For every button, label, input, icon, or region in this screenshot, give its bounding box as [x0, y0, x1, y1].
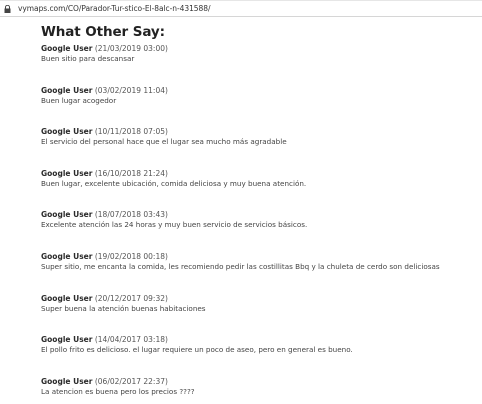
review-text: La atencion es buena pero los precios ??…: [41, 386, 195, 396]
address-bar[interactable]: vymaps.com/CO/Parador-Tur-stico-El-8alc-…: [0, 0, 482, 17]
review-author: Google User: [41, 168, 93, 178]
review-text: Excelente atención las 24 horas y muy bu…: [41, 220, 308, 230]
review-text: El servicio del personal hace que el lug…: [41, 137, 287, 147]
review-item: Google User (03/02/2019 11:04) Buen luga…: [41, 85, 482, 127]
review-header: Google User (10/11/2018 07:05): [41, 126, 482, 137]
lock-icon: [4, 5, 11, 13]
review-item: Google User (14/04/2017 03:18) El pollo …: [41, 334, 482, 376]
review-text: Buen lugar acogedor: [41, 95, 117, 105]
review-date: (18/07/2018 03:43): [94, 210, 168, 220]
review-date: (16/10/2018 21:24): [94, 168, 168, 178]
review-header: Google User (18/07/2018 03:43): [41, 209, 482, 220]
review-item: Google User (18/07/2018 03:43) Excelente…: [41, 209, 482, 251]
review-header: Google User (20/12/2017 09:32): [41, 293, 482, 304]
review-author: Google User: [41, 293, 93, 303]
review-author: Google User: [41, 85, 93, 95]
review-header: Google User (14/04/2017 03:18): [41, 334, 482, 345]
review-date: (19/02/2018 00:18): [94, 251, 168, 261]
review-date: (20/12/2017 09:32): [94, 293, 168, 303]
review-item: Google User (06/02/2017 22:37) La atenci…: [41, 376, 482, 404]
review-date: (14/04/2017 03:18): [94, 335, 168, 345]
url-text[interactable]: vymaps.com/CO/Parador-Tur-stico-El-8alc-…: [18, 3, 211, 14]
review-item: Google User (19/02/2018 00:18) Super sit…: [41, 251, 482, 293]
review-author: Google User: [41, 376, 93, 386]
review-text: El pollo frito es delicioso. el lugar re…: [41, 345, 353, 355]
review-date: (10/11/2018 07:05): [94, 127, 168, 137]
review-date: (21/03/2019 03:00): [94, 44, 168, 53]
review-text: Super sitio, me encanta la comida, les r…: [41, 261, 440, 271]
review-item: Google User (16/10/2018 21:24) Buen luga…: [41, 168, 482, 210]
review-date: (06/02/2017 22:37): [94, 376, 168, 386]
page-title: What Other Say:: [41, 24, 165, 40]
review-date: (03/02/2019 11:04): [94, 85, 168, 95]
review-header: Google User (19/02/2018 00:18): [41, 251, 482, 262]
review-text: Super buena la atención buenas habitacio…: [41, 303, 206, 313]
review-header: Google User (21/03/2019 03:00): [41, 43, 482, 54]
review-header: Google User (06/02/2017 22:37): [41, 376, 482, 387]
review-item: Google User (20/12/2017 09:32) Super bue…: [41, 293, 482, 335]
review-item: Google User (10/11/2018 07:05) El servic…: [41, 126, 482, 168]
reviews-section: What Other Say: Google User (21/03/2019 …: [41, 24, 482, 404]
review-author: Google User: [41, 251, 93, 261]
review-item: Google User (21/03/2019 03:00) Buen siti…: [41, 43, 482, 85]
review-text: Buen sitio para descansar: [41, 54, 135, 63]
review-author: Google User: [41, 44, 93, 53]
review-author: Google User: [41, 335, 93, 345]
review-header: Google User (16/10/2018 21:24): [41, 168, 482, 179]
review-text: Buen lugar, excelente ubicación, comida …: [41, 178, 307, 188]
review-header: Google User (03/02/2019 11:04): [41, 85, 482, 96]
review-author: Google User: [41, 210, 93, 220]
review-author: Google User: [41, 127, 93, 137]
